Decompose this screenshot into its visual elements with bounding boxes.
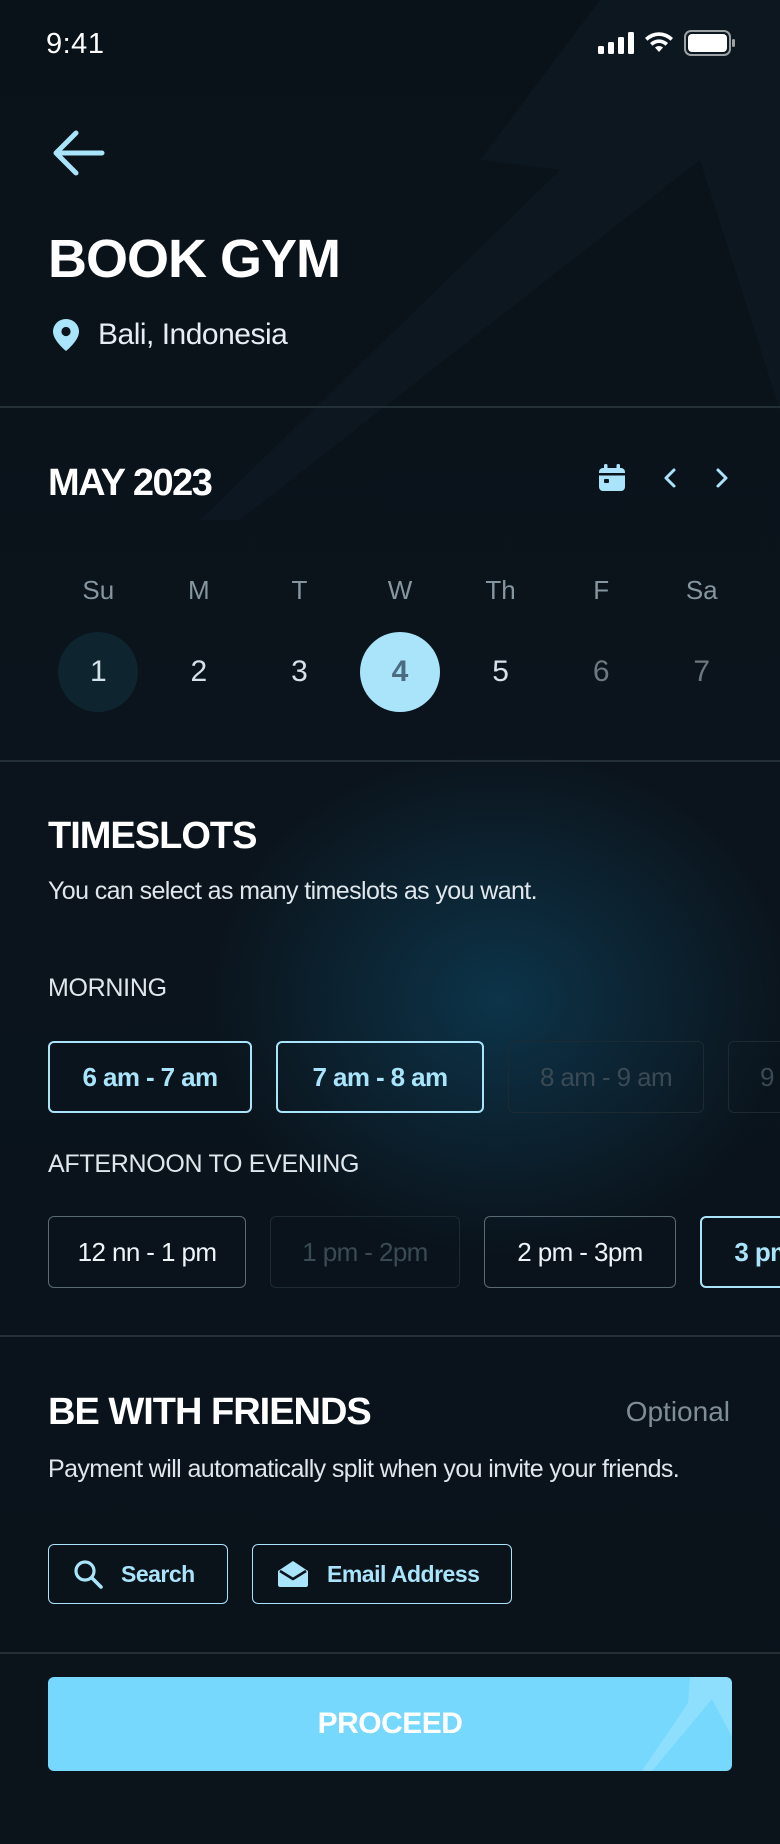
day-cell-selected[interactable]: 4 — [360, 632, 441, 712]
status-time: 9:41 — [46, 28, 105, 60]
timeslot-selected[interactable]: 3 pm - 4pm — [700, 1216, 780, 1288]
email-label: Email Address — [327, 1560, 480, 1587]
proceed-button[interactable]: PROCEED — [48, 1677, 732, 1771]
signal-icon — [598, 32, 634, 54]
day-cell[interactable]: 2 — [159, 632, 239, 712]
calendar-button[interactable] — [598, 464, 626, 492]
background-arrow-graphic — [200, 0, 780, 520]
arrow-left-icon — [53, 130, 105, 176]
timeslot[interactable]: 12 nn - 1 pm — [48, 1216, 246, 1288]
page-title: BOOK GYM — [48, 229, 341, 289]
envelope-open-icon — [278, 1561, 308, 1587]
status-bar: 9:41 — [0, 0, 780, 90]
timeslot-disabled: 1 pm - 2pm — [270, 1216, 460, 1288]
back-button[interactable] — [50, 125, 110, 181]
day-cell[interactable]: 1 — [58, 632, 139, 712]
day-cell[interactable]: 5 — [461, 632, 541, 712]
weekday-label: Su — [82, 575, 115, 605]
weekday-label: F — [593, 575, 610, 605]
friends-subtitle: Payment will automatically split when yo… — [48, 1455, 680, 1483]
status-icons — [598, 30, 736, 56]
calendar-icon — [599, 464, 625, 491]
search-friends-button[interactable]: Search — [48, 1544, 228, 1604]
timeslot-disabled: 8 am - 9 am — [508, 1041, 704, 1113]
morning-label: MORNING — [48, 974, 167, 1002]
timeslots-subtitle: You can select as many timeslots as you … — [48, 877, 538, 905]
weekday-label: M — [188, 575, 210, 605]
book-gym-screen: 9:41 BOOK GYM Bali, Indonesia MAY 2023 S… — [0, 0, 780, 1844]
month-title: MAY 2023 — [48, 462, 213, 504]
timeslot-selected[interactable]: 6 am - 7 am — [48, 1041, 252, 1113]
divider — [0, 760, 780, 762]
proceed-label: PROCEED — [317, 1707, 463, 1740]
timeslot[interactable]: 2 pm - 3pm — [484, 1216, 676, 1288]
location-text: Bali, Indonesia — [98, 318, 288, 351]
divider — [0, 406, 780, 408]
friends-title: BE WITH FRIENDS — [48, 1391, 372, 1433]
chevron-right-icon — [716, 468, 728, 488]
afternoon-slots: 12 nn - 1 pm 1 pm - 2pm 2 pm - 3pm 3 pm … — [48, 1216, 780, 1288]
timeslot-selected[interactable]: 7 am - 8 am — [276, 1041, 484, 1113]
day-cell-disabled: 7 — [693, 655, 711, 688]
divider — [0, 1335, 780, 1337]
weekday-label: Sa — [685, 575, 718, 605]
weekday-label: Th — [485, 575, 516, 605]
weekday-row: Su M T W Th F Sa — [48, 575, 752, 606]
calendar-controls — [598, 464, 730, 492]
day-cell[interactable]: 3 — [259, 632, 339, 712]
previous-month-button[interactable] — [662, 466, 678, 490]
search-label: Search — [121, 1560, 195, 1587]
search-icon — [74, 1560, 103, 1589]
timeslot-disabled: 9 am - 10 am — [728, 1041, 780, 1113]
email-address-button[interactable]: Email Address — [252, 1544, 512, 1604]
chevron-left-icon — [664, 468, 676, 488]
afternoon-label: AFTERNOON TO EVENING — [48, 1150, 360, 1178]
weekday-label: W — [387, 575, 413, 605]
location-pin-icon — [53, 319, 79, 351]
arrow-decoration — [642, 1677, 732, 1771]
timeslots-title: TIMESLOTS — [48, 815, 257, 857]
weekday-label: T — [291, 575, 308, 605]
day-row: 1 2 3 4 5 6 7 — [48, 632, 752, 712]
morning-slots: 6 am - 7 am 7 am - 8 am 8 am - 9 am 9 am… — [48, 1041, 780, 1113]
day-cell-disabled: 6 — [592, 655, 610, 688]
wifi-icon — [645, 32, 673, 52]
next-month-button[interactable] — [714, 466, 730, 490]
battery-icon — [684, 30, 735, 56]
optional-label: Optional — [625, 1396, 730, 1427]
location: Bali, Indonesia — [52, 318, 288, 352]
